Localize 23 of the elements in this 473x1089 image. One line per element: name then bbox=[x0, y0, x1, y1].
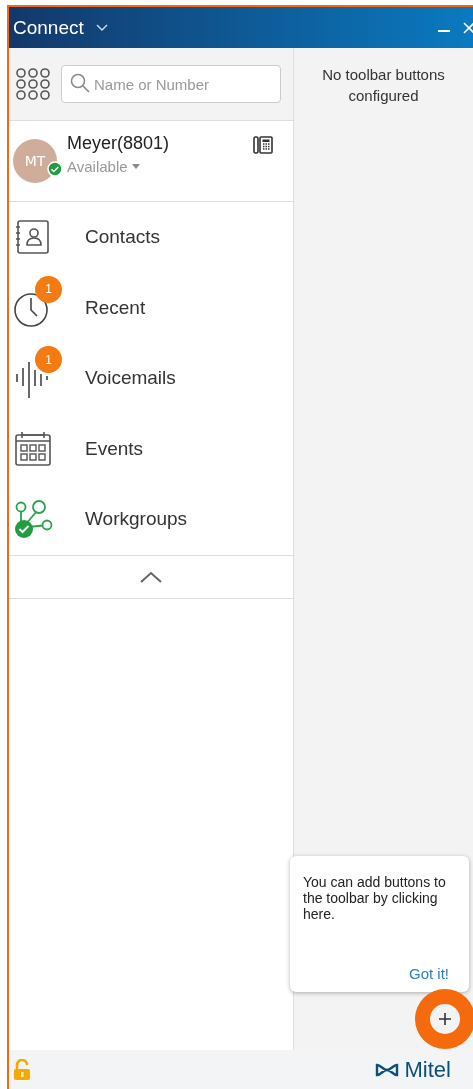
add-button[interactable] bbox=[430, 1004, 460, 1034]
contact-book-icon bbox=[15, 219, 51, 256]
got-it-link[interactable]: Got it! bbox=[409, 965, 449, 982]
calendar-icon bbox=[14, 430, 52, 467]
desk-phone-icon[interactable] bbox=[253, 135, 273, 155]
notification-badge: 1 bbox=[35, 346, 62, 374]
brand-logo-icon bbox=[374, 1062, 399, 1077]
avatar: MT bbox=[13, 139, 57, 183]
plus-icon bbox=[438, 1012, 452, 1026]
search-field[interactable]: Name or Number bbox=[61, 65, 281, 103]
tooltip-text: You can add buttons to the toolbar by clicking here. bbox=[303, 874, 447, 923]
window-title: Connect bbox=[13, 16, 84, 39]
dialpad-icon[interactable] bbox=[15, 67, 51, 101]
workgroup-icon bbox=[13, 499, 53, 540]
notification-badge: 1 bbox=[35, 275, 62, 303]
search-icon bbox=[70, 73, 90, 93]
chevron-up-icon[interactable] bbox=[139, 569, 163, 584]
close-icon[interactable] bbox=[463, 20, 473, 35]
caret-down-icon bbox=[131, 164, 140, 169]
brand-name: Mitel bbox=[404, 1056, 451, 1083]
chevron-down-icon[interactable] bbox=[95, 23, 108, 32]
user-name: Meyer(8801) bbox=[67, 133, 171, 154]
empty-toolbar-message: No toolbar buttons configured bbox=[321, 65, 446, 106]
